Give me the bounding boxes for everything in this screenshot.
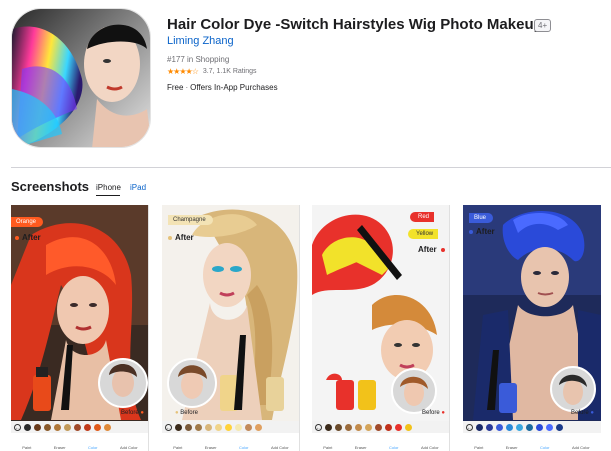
toolbar-paint-icon[interactable]: Paint [323,445,332,450]
before-label: Before ● [571,410,594,416]
toolbar-color-icon[interactable]: Color [88,445,98,450]
color-tag: Champagne [168,215,213,225]
before-label: Before ● [121,410,144,416]
dot-icon [440,247,445,252]
editor-toolbar: Paint Eraser Color Add Color [463,433,601,451]
back-icon[interactable]: ← [466,423,473,431]
toolbar-color-icon[interactable]: Color [389,445,399,450]
color-swatches[interactable]: ← [312,421,449,433]
toolbar-eraser-icon[interactable]: Eraser [54,445,66,450]
back-icon[interactable]: ← [165,423,172,431]
back-icon[interactable]: ← [315,423,322,431]
toolbar-eraser-icon[interactable]: Eraser [205,445,217,450]
color-tag: Orange [11,217,44,227]
toolbar-paint-icon[interactable]: Paint [474,445,483,450]
app-header: Hair Color Dye -Switch Hairstyles Wig Ph… [0,0,611,160]
color-swatches[interactable]: ← [463,421,601,433]
category-rank[interactable]: #177 in Shopping [167,55,229,64]
back-icon[interactable]: ← [14,423,21,431]
price-row: Free · Offers In-App Purchases [167,83,278,92]
toolbar-eraser-icon[interactable]: Eraser [355,445,367,450]
before-label: ● Before [175,410,198,416]
tab-iphone[interactable]: iPhone [96,183,121,192]
toolbar-paint-icon[interactable]: Paint [22,445,31,450]
color-tag: Blue [469,213,494,223]
screenshots-heading: Screenshots [11,179,90,194]
editor-toolbar: Paint Eraser Color Add Color [312,433,449,451]
screenshot-2[interactable]: Champagne After ● Before ← Paint Eraser … [162,205,300,451]
screenshot-1[interactable]: Orange After Before ● ← Paint Eraser Col… [11,205,149,451]
color-swatches[interactable]: ← [162,421,299,433]
app-title: Hair Color Dye -Switch Hairstyles Wig Ph… [167,16,543,33]
separator-dot: · [185,83,189,92]
price-label: Free [167,83,184,92]
toolbar-addcolor-icon[interactable]: Add Color [271,445,289,450]
toolbar-color-icon[interactable]: Color [239,445,249,450]
age-rating-badge: 4+ [534,19,552,32]
star-rating-icon: ★★★★☆ [167,66,199,76]
after-label: After [418,245,448,254]
section-divider [11,167,611,168]
toolbar-eraser-icon[interactable]: Eraser [506,445,518,450]
dot-icon [15,235,19,240]
toolbar-color-icon[interactable]: Color [540,445,550,450]
editor-toolbar: Paint Eraser Color Add Color [162,433,299,451]
after-label: After [15,233,41,242]
color-tag: Yellow [408,229,439,239]
toolbar-addcolor-icon[interactable]: Add Color [572,445,590,450]
after-label: After [469,227,495,236]
dot-icon [168,235,172,240]
developer-link[interactable]: Liming Zhang [167,35,234,47]
color-swatches[interactable]: ← [11,421,148,433]
iap-label: Offers In-App Purchases [190,83,278,92]
dot-icon [469,229,473,234]
tab-ipad[interactable]: iPad [130,183,146,192]
toolbar-paint-icon[interactable]: Paint [173,445,182,450]
app-icon[interactable] [11,8,151,148]
editor-toolbar: Paint Eraser Color Add Color [11,433,148,451]
toolbar-addcolor-icon[interactable]: Add Color [120,445,138,450]
before-label: Before ● [422,410,445,416]
rating-row: ★★★★☆ 3.7, 1.1K Ratings [167,66,257,76]
toolbar-addcolor-icon[interactable]: Add Color [421,445,439,450]
color-tag: Red [410,212,435,222]
tab-selected-indicator [96,195,120,196]
screenshot-3[interactable]: Red Yellow After Before ● ← Paint Eraser… [312,205,450,451]
after-label: After [168,233,194,242]
rating-text: 3.7, 1.1K Ratings [202,67,257,75]
screenshot-4[interactable]: Blue After Before ● ← Paint Eraser Color… [463,205,601,451]
